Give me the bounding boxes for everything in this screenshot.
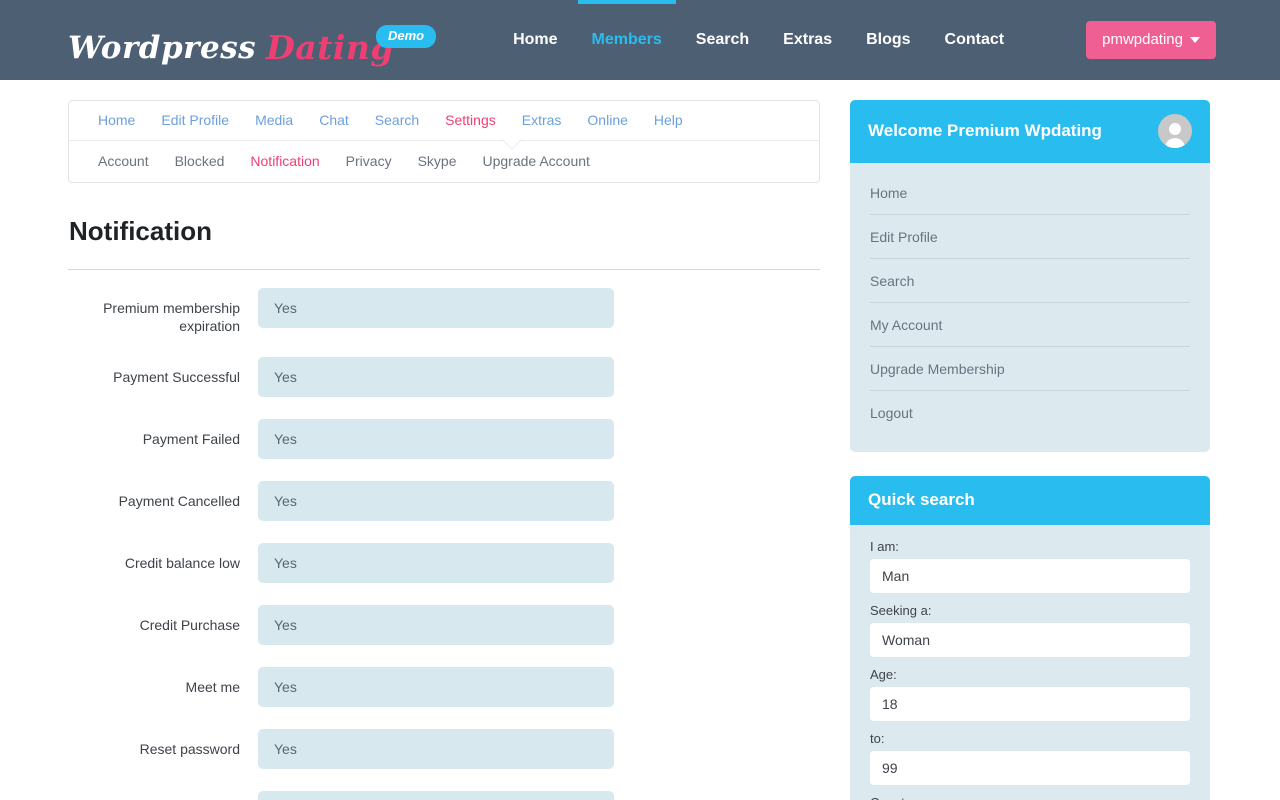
quick-search-widget: Quick search I am: Seeking a: Age: to: C… bbox=[850, 476, 1210, 800]
chevron-down-icon bbox=[1190, 36, 1200, 43]
user-menu-button[interactable]: pmwpdating bbox=[1086, 21, 1216, 59]
tab-home[interactable]: Home bbox=[85, 112, 148, 128]
page-title: Notification bbox=[69, 216, 212, 246]
welcome-title: Welcome Premium Wpdating bbox=[868, 121, 1102, 140]
field-payment-successful[interactable] bbox=[258, 357, 614, 397]
field-label-reset-password: Reset password bbox=[139, 741, 240, 757]
field-label-payment-cancelled: Payment Cancelled bbox=[118, 493, 240, 509]
tab-edit-profile[interactable]: Edit Profile bbox=[148, 112, 242, 128]
field-meet-me[interactable] bbox=[258, 667, 614, 707]
welcome-widget-links: Home Edit Profile Search My Account Upgr… bbox=[850, 163, 1210, 452]
form-row: Wink bbox=[68, 791, 820, 800]
quick-search-label-i-am: I am: bbox=[870, 539, 899, 554]
field-label-meet-me: Meet me bbox=[185, 679, 240, 695]
primary-tab-row: Home Edit Profile Media Chat Search Sett… bbox=[69, 101, 819, 140]
quick-search-seeking-select[interactable] bbox=[870, 623, 1190, 657]
quick-search-header: Quick search bbox=[850, 476, 1210, 525]
quick-search-label-country: Country: bbox=[870, 795, 1190, 800]
nav-item-blogs[interactable]: Blogs bbox=[849, 0, 927, 80]
sidebar-item-home[interactable]: Home bbox=[870, 171, 1190, 215]
quick-search-label-to: to: bbox=[870, 731, 885, 746]
sidebar-item-upgrade-membership[interactable]: Upgrade Membership bbox=[870, 347, 1190, 391]
field-credit-balance-low[interactable] bbox=[258, 543, 614, 583]
field-label-payment-failed: Payment Failed bbox=[142, 431, 240, 447]
subtab-blocked[interactable]: Blocked bbox=[162, 153, 238, 169]
form-row: Credit balance low bbox=[68, 543, 820, 583]
quick-search-i-am-select[interactable] bbox=[870, 559, 1190, 593]
field-credit-purchase[interactable] bbox=[258, 605, 614, 645]
subtab-skype[interactable]: Skype bbox=[405, 153, 470, 169]
logo-word-wordpress: Wordpress bbox=[68, 29, 257, 66]
nav-item-search[interactable]: Search bbox=[679, 0, 766, 80]
quick-search-title: Quick search bbox=[868, 490, 975, 509]
page-body: Home Edit Profile Media Chat Search Sett… bbox=[0, 80, 1280, 800]
field-premium-membership-expiration[interactable] bbox=[258, 288, 614, 328]
quick-search-label-age: Age: bbox=[870, 667, 897, 682]
field-reset-password[interactable] bbox=[258, 729, 614, 769]
form-row: Payment Cancelled bbox=[68, 481, 820, 521]
tab-media[interactable]: Media bbox=[242, 112, 306, 128]
field-label-credit-purchase: Credit Purchase bbox=[139, 617, 240, 633]
settings-tab-card: Home Edit Profile Media Chat Search Sett… bbox=[68, 100, 820, 183]
tab-search[interactable]: Search bbox=[362, 112, 432, 128]
tab-help[interactable]: Help bbox=[641, 112, 696, 128]
logo-word-dating: Dating bbox=[266, 27, 394, 67]
welcome-widget-header: Welcome Premium Wpdating bbox=[850, 100, 1210, 163]
nav-item-home[interactable]: Home bbox=[496, 0, 574, 80]
quick-search-age-from-select[interactable] bbox=[870, 687, 1190, 721]
secondary-tab-row: Account Blocked Notification Privacy Sky… bbox=[69, 141, 819, 182]
tab-extras[interactable]: Extras bbox=[509, 112, 575, 128]
form-row: Reset password bbox=[68, 729, 820, 769]
field-label-premium-membership-expiration: Premium membership expiration bbox=[103, 300, 240, 334]
sidebar-item-logout[interactable]: Logout bbox=[870, 391, 1190, 434]
field-payment-cancelled[interactable] bbox=[258, 481, 614, 521]
subtab-upgrade-account[interactable]: Upgrade Account bbox=[470, 153, 603, 169]
user-menu-label: pmwpdating bbox=[1102, 31, 1183, 48]
welcome-widget: Welcome Premium Wpdating Home Edit Profi… bbox=[850, 100, 1210, 452]
active-tab-pointer-icon bbox=[499, 139, 525, 152]
sidebar-item-search[interactable]: Search bbox=[870, 259, 1190, 303]
quick-search-label-seeking-a: Seeking a: bbox=[870, 603, 932, 618]
subtab-notification[interactable]: Notification bbox=[237, 153, 332, 169]
form-row: Payment Failed bbox=[68, 419, 820, 459]
tab-settings[interactable]: Settings bbox=[432, 112, 509, 128]
quick-search-form: I am: Seeking a: Age: to: Country: bbox=[850, 525, 1210, 800]
sidebar-item-edit-profile[interactable]: Edit Profile bbox=[870, 215, 1190, 259]
field-label-credit-balance-low: Credit balance low bbox=[124, 555, 240, 571]
notification-settings-form: Premium membership expiration Payment Su… bbox=[68, 270, 820, 800]
form-row: Premium membership expiration bbox=[68, 288, 820, 335]
tab-chat[interactable]: Chat bbox=[306, 112, 362, 128]
content-column: Home Edit Profile Media Chat Search Sett… bbox=[68, 100, 820, 800]
field-payment-failed[interactable] bbox=[258, 419, 614, 459]
user-avatar-icon[interactable] bbox=[1158, 114, 1192, 148]
nav-item-extras[interactable]: Extras bbox=[766, 0, 849, 80]
subtab-account[interactable]: Account bbox=[85, 153, 162, 169]
form-row: Meet me bbox=[68, 667, 820, 707]
quick-search-age-to-select[interactable] bbox=[870, 751, 1190, 785]
nav-item-contact[interactable]: Contact bbox=[928, 0, 1022, 80]
main-navigation: Home Members Search Extras Blogs Contact bbox=[496, 0, 1021, 80]
field-label-wink: Wink bbox=[68, 791, 258, 800]
form-row: Credit Purchase bbox=[68, 605, 820, 645]
site-logo[interactable]: Wordpress Dating Demo bbox=[68, 17, 437, 67]
field-wink[interactable] bbox=[258, 791, 614, 800]
tab-online[interactable]: Online bbox=[574, 112, 640, 128]
field-label-payment-successful: Payment Successful bbox=[113, 369, 240, 385]
sidebar-item-my-account[interactable]: My Account bbox=[870, 303, 1190, 347]
sidebar-column: Welcome Premium Wpdating Home Edit Profi… bbox=[850, 100, 1210, 800]
nav-item-members[interactable]: Members bbox=[575, 0, 679, 80]
site-header: Wordpress Dating Demo Home Members Searc… bbox=[0, 0, 1280, 80]
subtab-privacy[interactable]: Privacy bbox=[333, 153, 405, 169]
demo-badge: Demo bbox=[375, 24, 437, 49]
form-row: Payment Successful bbox=[68, 357, 820, 397]
tab-divider bbox=[69, 140, 819, 141]
